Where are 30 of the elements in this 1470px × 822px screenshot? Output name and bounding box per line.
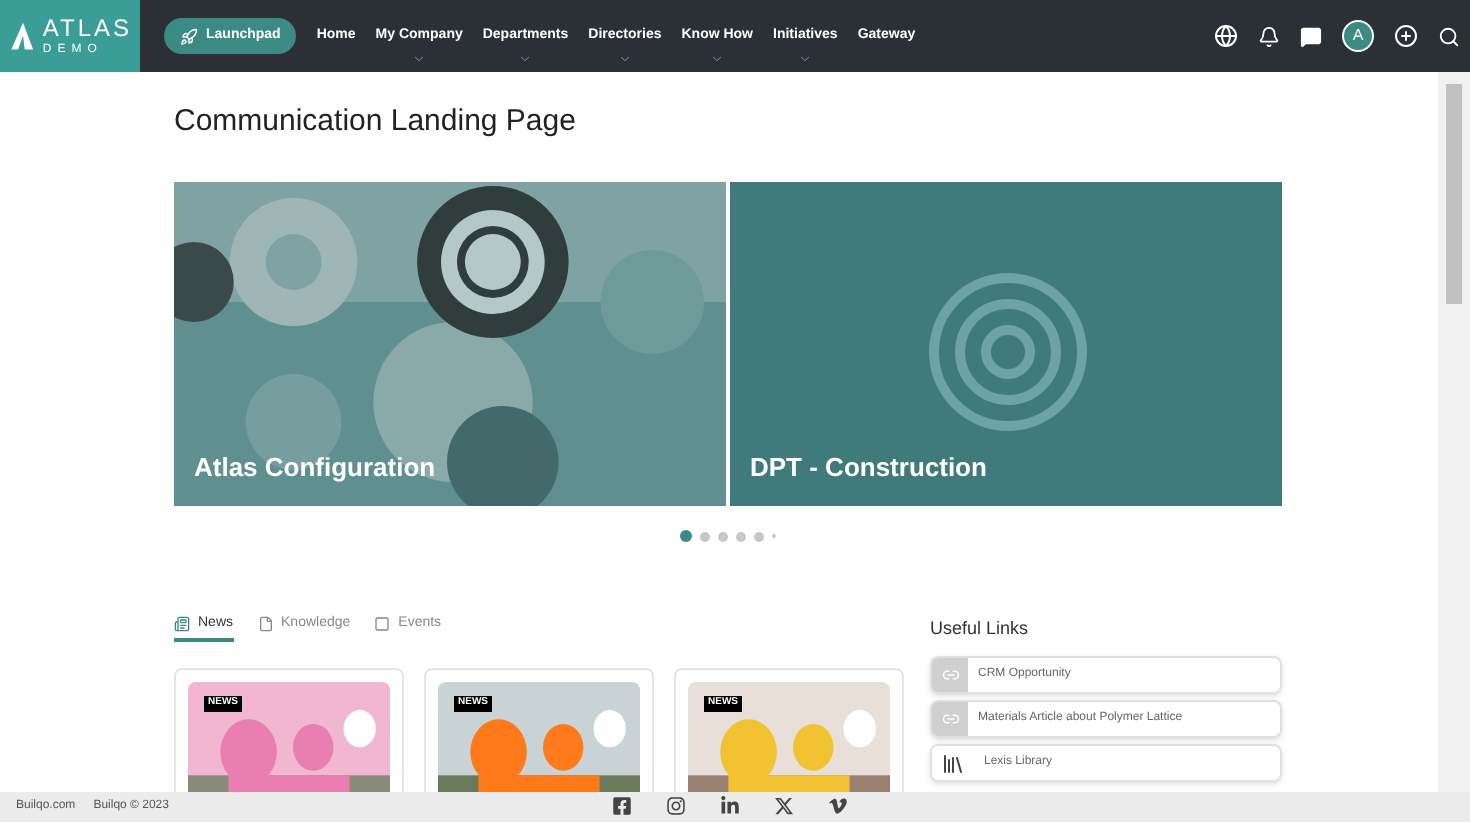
facebook-icon[interactable] [612, 796, 632, 816]
link-icon [932, 702, 968, 736]
news-icon [174, 616, 190, 632]
slide-title: DPT - Construction [750, 450, 987, 486]
chevron-down-icon [518, 51, 533, 65]
chevron-down-icon [798, 51, 813, 65]
user-avatar[interactable]: A [1342, 20, 1374, 52]
search-icon[interactable] [1438, 25, 1460, 47]
target-icon [928, 272, 1088, 432]
scrollbar[interactable] [1438, 72, 1470, 792]
notifications-icon[interactable] [1258, 25, 1280, 47]
logo-name: ATLAS [42, 16, 132, 40]
vimeo-icon[interactable] [828, 796, 848, 816]
chat-icon[interactable] [1300, 25, 1322, 47]
carousel-slide[interactable]: Atlas Configuration [174, 182, 726, 506]
rocket-icon [180, 27, 198, 45]
link-icon [932, 658, 968, 692]
slide-title: Atlas Configuration [194, 450, 436, 486]
useful-links-title: Useful Links [930, 616, 1031, 642]
carousel-slide[interactable]: DPT - Construction [730, 182, 1282, 506]
globe-icon[interactable] [1214, 24, 1238, 48]
instagram-icon[interactable] [666, 796, 686, 816]
x-icon[interactable] [774, 796, 794, 816]
file-icon [257, 616, 274, 632]
linkedin-icon[interactable] [720, 796, 740, 816]
page-title: Communication Landing Page [174, 102, 578, 142]
chevron-down-icon [412, 51, 427, 65]
chevron-down-icon [617, 51, 632, 65]
chevron-down-icon [710, 51, 725, 65]
add-icon[interactable] [1394, 24, 1418, 48]
